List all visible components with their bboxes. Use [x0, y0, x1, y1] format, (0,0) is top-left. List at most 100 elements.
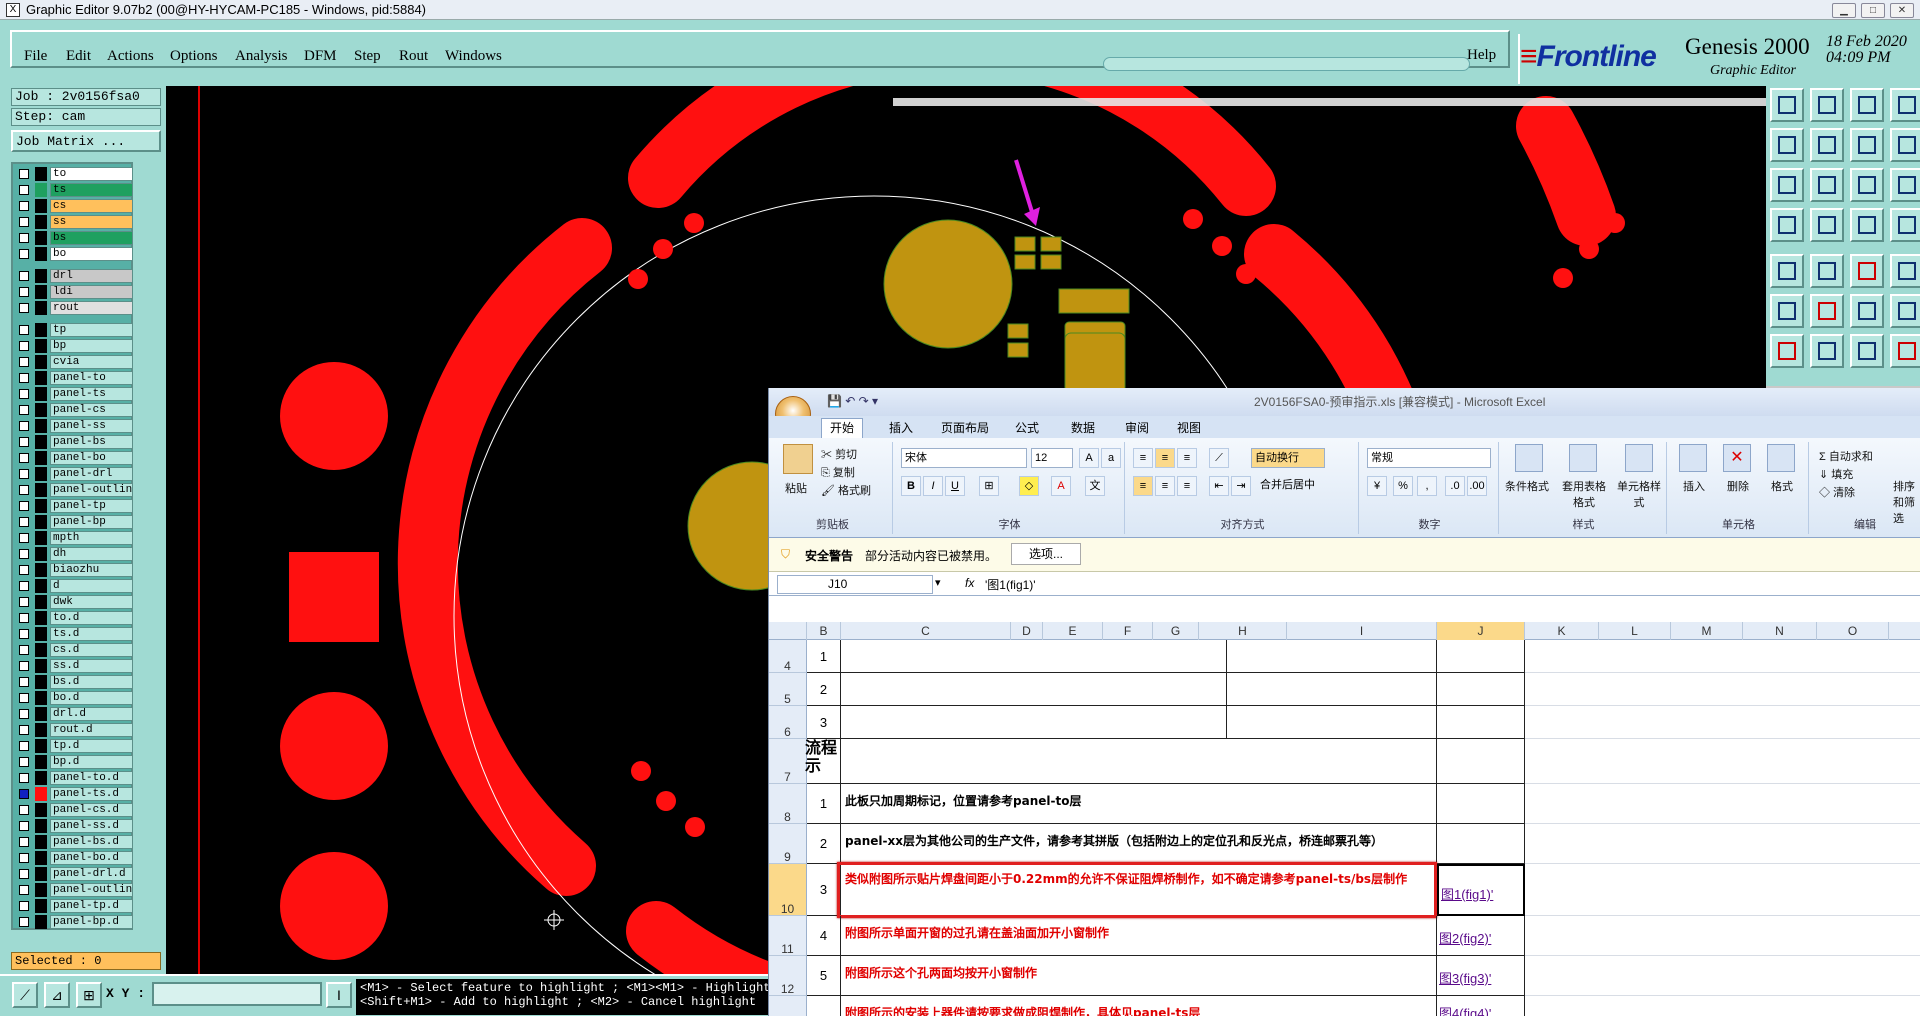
row-header-10[interactable]: 10 — [769, 864, 807, 916]
snap-icon[interactable]: ⟋ — [12, 982, 38, 1008]
layer-checkbox[interactable] — [19, 597, 29, 607]
insert-icon[interactable] — [1679, 444, 1707, 472]
layer-row-panel-bp.d[interactable]: panel-bp.d — [15, 915, 133, 929]
layers-icon[interactable] — [1890, 128, 1920, 162]
layer-name[interactable]: cs.d — [50, 643, 133, 657]
layer-name[interactable]: rout — [50, 301, 133, 315]
instruction-cell[interactable]: 流程 示 — [805, 739, 1437, 784]
link-cell[interactable] — [1437, 673, 1525, 706]
layer-checkbox[interactable] — [19, 629, 29, 639]
column-header-D[interactable]: D — [1011, 622, 1043, 640]
row-header-11[interactable]: 11 — [769, 916, 807, 956]
column-header-J[interactable]: J — [1437, 622, 1525, 640]
layer-row-panel-tp.d[interactable]: panel-tp.d — [15, 899, 133, 913]
increase-indent-button[interactable]: ⇥ — [1231, 476, 1251, 496]
layer-checkbox[interactable] — [19, 357, 29, 367]
orientation-button[interactable]: ⟋ — [1209, 448, 1229, 468]
align-right-button[interactable]: ≡ — [1177, 476, 1197, 496]
zoom-slider[interactable] — [1103, 57, 1470, 71]
layer-checkbox[interactable] — [19, 469, 29, 479]
ribbon-tab-4[interactable]: 数据 — [1071, 419, 1095, 437]
layer-checkbox[interactable] — [19, 709, 29, 719]
node-icon[interactable] — [1770, 294, 1804, 328]
align-bottom-button[interactable]: ≡ — [1177, 448, 1197, 468]
layer-name[interactable]: mpth — [50, 531, 133, 545]
menu-options[interactable]: Options — [170, 48, 218, 65]
back-icon[interactable] — [1770, 128, 1804, 162]
close-button[interactable]: ✕ — [1890, 3, 1914, 18]
layer-row-panel-bp[interactable]: panel-bp — [15, 515, 133, 529]
layer-checkbox[interactable] — [19, 201, 29, 211]
content-cell-blank[interactable] — [841, 706, 1227, 739]
format-button[interactable]: 格式 — [1771, 478, 1793, 494]
layer-checkbox[interactable] — [19, 421, 29, 431]
fill-button[interactable]: ⇓ 填充 — [1819, 466, 1853, 482]
layer-row-dh[interactable]: dh — [15, 547, 133, 561]
delete-button[interactable]: 删除 — [1727, 478, 1749, 494]
layer-name[interactable]: cs — [50, 199, 133, 213]
ribbon-tab-3[interactable]: 公式 — [1015, 419, 1039, 437]
link-cell[interactable]: 图3(fig3)' — [1437, 956, 1525, 996]
menu-dfm[interactable]: DFM — [304, 48, 337, 65]
merge-center-button[interactable]: 合并后居中 — [1257, 476, 1347, 496]
layer-checkbox[interactable] — [19, 645, 29, 655]
layer-checkbox[interactable] — [19, 271, 29, 281]
decrease-indent-button[interactable]: ⇤ — [1209, 476, 1229, 496]
layer-row-panel-bs[interactable]: panel-bs — [15, 435, 133, 449]
layer-checkbox[interactable] — [19, 789, 29, 799]
layer-checkbox[interactable] — [19, 917, 29, 927]
layer-checkbox[interactable] — [19, 613, 29, 623]
layer-name[interactable]: ts.d — [50, 627, 133, 641]
ratio-icon[interactable] — [1850, 168, 1884, 202]
fill-color-button[interactable]: ◇ — [1019, 476, 1039, 496]
instruction-cell[interactable]: panel-xx层为其他公司的生产文件，请参考其拼版（包括附边上的定位孔和反光点… — [841, 824, 1437, 864]
layer-name[interactable]: panel-ts — [50, 387, 133, 401]
column-header-I[interactable]: I — [1287, 622, 1437, 640]
layer-row-panel-cs[interactable]: panel-cs — [15, 403, 133, 417]
layer-name[interactable]: bp.d — [50, 755, 133, 769]
layer-name[interactable]: panel-ts.d — [50, 787, 133, 801]
layer-name[interactable]: panel-ss — [50, 419, 133, 433]
layer-row-dwk[interactable]: dwk — [15, 595, 133, 609]
draw-icon[interactable] — [1810, 334, 1844, 368]
layer-row-biaozhu[interactable]: biaozhu — [15, 563, 133, 577]
layer-name[interactable]: panel-tp — [50, 499, 133, 513]
layer-row-ts[interactable]: ts — [15, 183, 133, 197]
underline-button[interactable]: U — [945, 476, 965, 496]
comma-button[interactable]: , — [1417, 476, 1437, 496]
format-icon[interactable] — [1767, 444, 1795, 472]
column-header-O[interactable]: O — [1817, 622, 1889, 640]
ribbon-tab-2[interactable]: 页面布局 — [941, 419, 989, 437]
job-matrix-button[interactable]: Job Matrix ... — [11, 130, 161, 152]
border-button[interactable]: ⊞ — [979, 476, 999, 496]
shape-icon[interactable] — [1810, 254, 1844, 288]
ribbon-tab-1[interactable]: 插入 — [889, 419, 913, 437]
select-all-corner[interactable] — [769, 622, 807, 640]
layer-row-panel-tp[interactable]: panel-tp — [15, 499, 133, 513]
layer-row-ldi[interactable]: ldi — [15, 285, 133, 299]
layer-checkbox[interactable] — [19, 533, 29, 543]
quick-access-toolbar[interactable]: 💾 ↶ ↷ ▾ — [827, 394, 878, 408]
name-box[interactable]: J10 — [777, 575, 933, 594]
layer-checkbox[interactable] — [19, 389, 29, 399]
layer-checkbox[interactable] — [19, 185, 29, 195]
layer-name[interactable]: panel-bp.d — [50, 915, 133, 929]
grow-font-button[interactable]: A — [1079, 448, 1099, 468]
layer-row-cvia[interactable]: cvia — [15, 355, 133, 369]
layer-name[interactable]: panel-bo — [50, 451, 133, 465]
shrink-font-button[interactable]: a — [1101, 448, 1121, 468]
cursor-icon[interactable] — [1770, 208, 1804, 242]
delete-icon[interactable]: ✕ — [1723, 444, 1751, 472]
instruction-cell[interactable]: 此板只加周期标记，位置请参考panel-to层 — [841, 784, 1437, 824]
ribbon-tab-0[interactable]: 开始 — [821, 418, 864, 438]
arc-icon[interactable] — [1850, 334, 1884, 368]
layer-name[interactable]: panel-to — [50, 371, 133, 385]
link-cell[interactable]: 图2(fig2)' — [1437, 916, 1525, 956]
layer-name[interactable]: tp — [50, 323, 133, 337]
layer-checkbox[interactable] — [19, 233, 29, 243]
layer-row-panel-bo[interactable]: panel-bo — [15, 451, 133, 465]
layer-row-panel-drl.d[interactable]: panel-drl.d — [15, 867, 133, 881]
layer-name[interactable]: panel-bo.d — [50, 851, 133, 865]
layer-checkbox[interactable] — [19, 853, 29, 863]
layer-row-tp[interactable]: tp — [15, 323, 133, 337]
